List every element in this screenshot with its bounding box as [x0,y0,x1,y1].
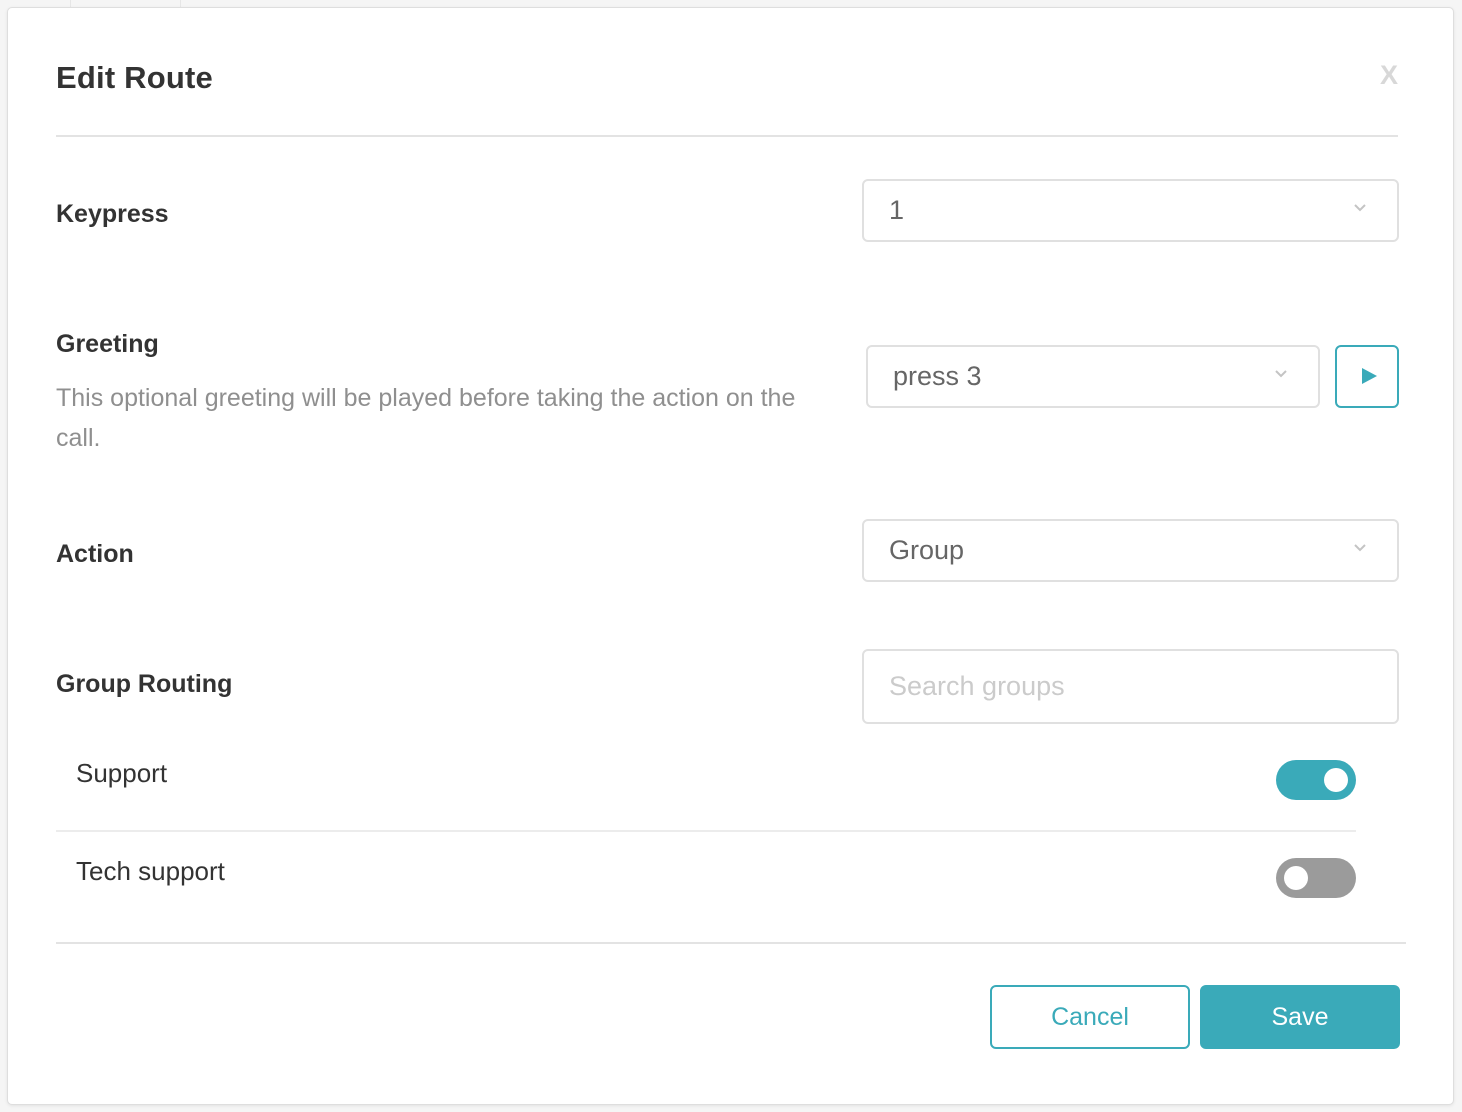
group-toggle-tech-support[interactable] [1276,858,1356,898]
greeting-select[interactable]: press 3 [866,345,1320,408]
group-name: Tech support [76,856,225,886]
group-list-item: Tech support [56,832,1356,930]
group-routing-label: Group Routing [56,670,233,698]
modal-header: Edit Route X [56,8,1398,137]
cancel-button[interactable]: Cancel [990,985,1190,1049]
footer-divider [56,942,1406,944]
greeting-selected-value: press 3 [893,361,982,391]
greeting-description: This optional greeting will be played be… [56,384,796,452]
chevron-down-icon [1354,204,1366,212]
play-icon [1362,368,1377,384]
toggle-knob [1284,866,1308,890]
chevron-down-icon [1275,370,1287,378]
action-select[interactable]: Group [862,519,1399,582]
action-selected-value: Group [889,535,965,565]
toggle-knob [1324,768,1348,792]
chevron-down-icon [1354,544,1366,552]
keypress-select[interactable]: 1 [862,179,1399,242]
modal-title: Edit Route [56,60,213,95]
keypress-label: Keypress [56,200,169,228]
close-button[interactable]: X [1374,60,1398,90]
greeting-label: Greeting [56,330,159,358]
action-label: Action [56,540,134,568]
group-name: Support [76,758,168,788]
save-button[interactable]: Save [1200,985,1400,1049]
group-toggle-support[interactable] [1276,760,1356,800]
edit-route-modal: Edit Route X Keypress 1 Greeting This op… [7,7,1454,1105]
keypress-selected-value: 1 [889,195,905,225]
play-greeting-button[interactable] [1335,345,1399,408]
group-list-item: Support [56,734,1356,832]
search-groups-input[interactable] [862,649,1399,724]
